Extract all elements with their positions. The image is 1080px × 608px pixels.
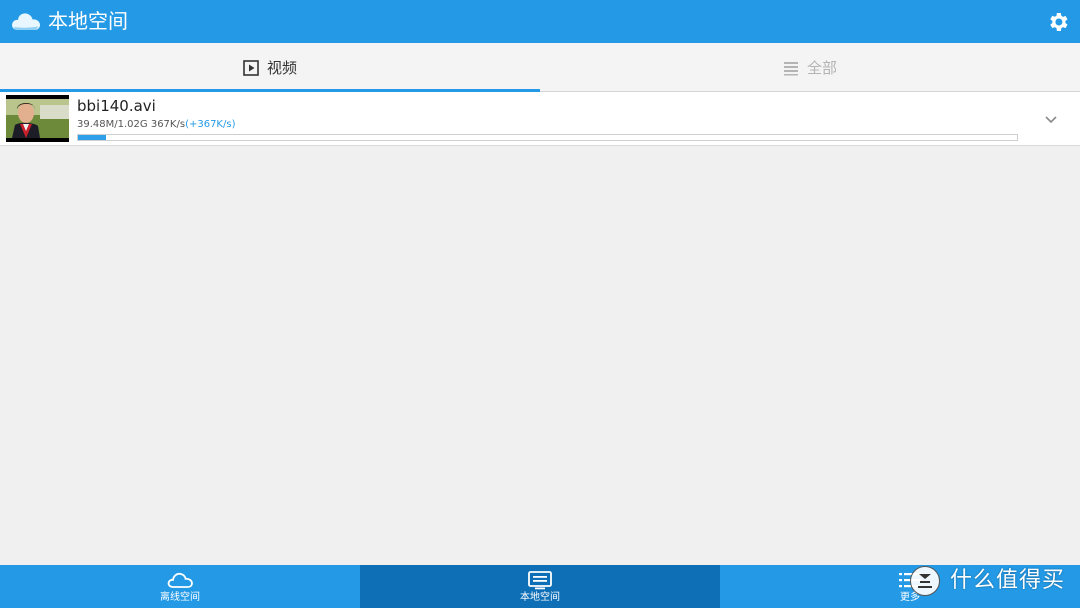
nav-offline-space[interactable]: 离线空间 [0,565,360,608]
download-list: bbi140.avi 39.48M/1.02G 367K/s(+367K/s) [0,92,1080,146]
cloud-logo-icon [12,13,40,30]
tab-bar: 视频 全部 [0,43,1080,92]
smzdm-logo-icon [910,566,940,596]
speed-delta: (+367K/s) [185,119,236,130]
top-app-bar: 本地空间 [0,0,1080,43]
download-progress-fill [78,135,107,140]
cloud-icon [167,572,193,588]
tab-video-label: 视频 [266,59,297,77]
tab-all-label: 全部 [806,59,837,77]
tab-video[interactable]: 视频 [0,43,540,92]
download-speed: 367K/s [150,119,186,130]
nav-local-space-label: 本地空间 [520,592,560,603]
play-box-icon [243,59,259,76]
download-progress-bar [77,134,1018,141]
gear-icon[interactable] [1046,10,1070,34]
chevron-down-icon[interactable] [1042,110,1060,128]
watermark: 什么值得买 [908,565,1080,597]
nav-local-space[interactable]: 本地空间 [360,565,720,608]
video-thumbnail [6,95,69,142]
local-storage-icon [528,571,552,590]
watermark-text: 什么值得买 [950,568,1066,593]
size-progress: 39.48M/1.02G [77,119,148,130]
nav-offline-space-label: 离线空间 [160,592,200,603]
tab-all[interactable]: 全部 [540,43,1080,92]
list-icon [783,61,798,75]
page-title: 本地空间 [48,9,128,33]
download-stats: 39.48M/1.02G 367K/s(+367K/s) [77,119,235,131]
file-name: bbi140.avi [77,97,156,115]
download-item[interactable]: bbi140.avi 39.48M/1.02G 367K/s(+367K/s) [0,92,1080,146]
